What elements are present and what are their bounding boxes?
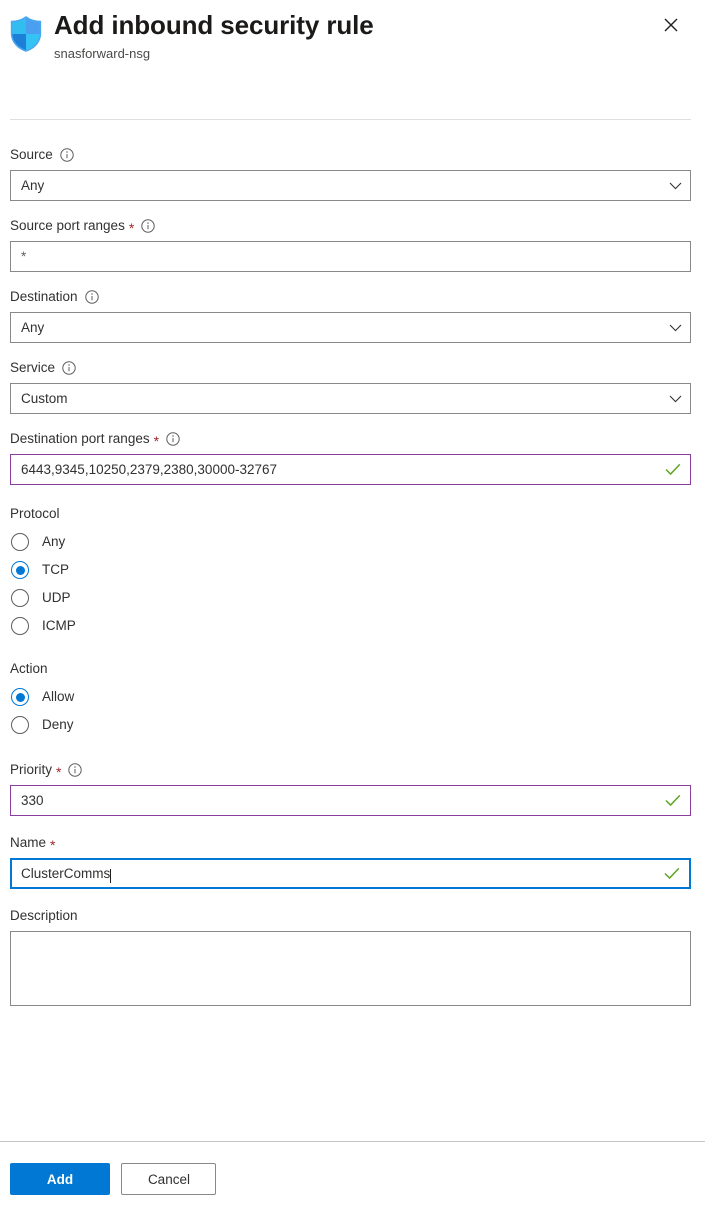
required-marker: * [128,220,135,236]
name-value: ClusterComms [21,865,111,881]
radio-label: ICMP [42,618,76,633]
destination-port-ranges-label: Destination port ranges * [10,430,691,448]
field-source-port-ranges: Source port ranges * * [10,217,691,272]
service-label-text: Service [10,360,56,375]
description-label: Description [10,907,691,925]
field-priority: Priority * 330 [10,761,691,816]
required-marker: * [50,837,56,853]
field-destination-port-ranges: Destination port ranges * 6443,9345,1025… [10,430,691,485]
field-destination: Destination Any [10,288,691,343]
field-name: Name * ClusterComms [10,834,691,889]
source-port-ranges-value: * [21,248,27,264]
security-rule-form: Source Any Source port ranges * * Destin… [10,146,691,1006]
destination-label: Destination [10,288,691,306]
priority-value: 330 [21,792,44,808]
info-icon[interactable] [60,148,74,162]
blade-header: Add inbound security rule snasforward-ns… [0,0,705,119]
footer-divider [0,1141,705,1142]
valid-check-icon [655,867,689,880]
close-icon[interactable] [655,9,687,41]
destination-dropdown[interactable]: Any [10,312,691,343]
name-input[interactable]: ClusterComms [10,858,691,889]
field-protocol: Protocol Any TCP UDP ICMP [10,505,691,640]
info-icon[interactable] [141,219,155,233]
radio-circle-icon [11,589,29,607]
destination-label-text: Destination [10,289,78,304]
info-icon[interactable] [62,361,76,375]
add-button[interactable]: Add [10,1163,110,1195]
radio-circle-icon [11,533,29,551]
radio-protocol-udp[interactable]: UDP [10,584,691,612]
priority-input[interactable]: 330 [10,785,691,816]
source-label-text: Source [10,147,53,162]
field-action: Action Allow Deny [10,660,691,739]
field-source: Source Any [10,146,691,201]
action-label: Action [10,661,48,676]
field-description: Description [10,907,691,1006]
name-label-text: Name [10,835,47,850]
destination-port-ranges-label-text: Destination port ranges [10,431,150,446]
footer-actions: Add Cancel [10,1163,217,1195]
field-service: Service Custom [10,359,691,414]
valid-check-icon [656,794,690,807]
radio-protocol-icmp[interactable]: ICMP [10,612,691,640]
radio-label: Deny [42,717,74,732]
destination-value: Any [21,319,45,335]
required-marker: * [153,433,160,449]
radio-label: UDP [42,590,71,605]
service-dropdown[interactable]: Custom [10,383,691,414]
network-security-shield-icon [10,16,42,52]
source-dropdown[interactable]: Any [10,170,691,201]
radio-circle-selected-icon [11,688,29,706]
radio-label: Any [42,534,66,549]
radio-action-allow[interactable]: Allow [10,683,691,711]
chevron-down-icon [660,395,690,403]
radio-circle-icon [11,716,29,734]
source-port-ranges-label: Source port ranges * [10,217,691,235]
page-title: Add inbound security rule [54,10,374,40]
page-subtitle: snasforward-nsg [54,46,151,61]
required-marker: * [56,764,62,780]
radio-action-deny[interactable]: Deny [10,711,691,739]
priority-label: Priority * [10,761,691,779]
protocol-label: Protocol [10,506,60,521]
cancel-button[interactable]: Cancel [121,1163,217,1195]
service-value: Custom [21,390,68,406]
priority-label-text: Priority [10,762,53,777]
info-icon[interactable] [166,432,180,446]
info-icon[interactable] [68,763,83,777]
description-label-text: Description [10,908,78,923]
description-textarea[interactable] [10,931,691,1006]
destination-port-ranges-input[interactable]: 6443,9345,10250,2379,2380,30000-32767 [10,454,691,485]
source-label: Source [10,146,691,164]
text-caret [110,868,112,883]
name-value-wrap: ClusterComms [12,865,655,883]
source-port-ranges-input[interactable]: * [10,241,691,272]
source-port-ranges-label-text: Source port ranges [10,218,125,233]
chevron-down-icon [660,324,690,332]
radio-circle-selected-icon [11,561,29,579]
chevron-down-icon [660,182,690,190]
service-label: Service [10,359,691,377]
header-divider [10,119,691,120]
radio-label: Allow [42,689,75,704]
radio-protocol-tcp[interactable]: TCP [10,556,691,584]
valid-check-icon [656,463,690,476]
source-value: Any [21,177,45,193]
radio-circle-icon [11,617,29,635]
name-label: Name * [10,834,691,852]
destination-port-ranges-value: 6443,9345,10250,2379,2380,30000-32767 [21,461,277,477]
radio-label: TCP [42,562,69,577]
radio-protocol-any[interactable]: Any [10,528,691,556]
info-icon[interactable] [84,290,99,304]
title-block: Add inbound security rule snasforward-ns… [54,8,374,63]
